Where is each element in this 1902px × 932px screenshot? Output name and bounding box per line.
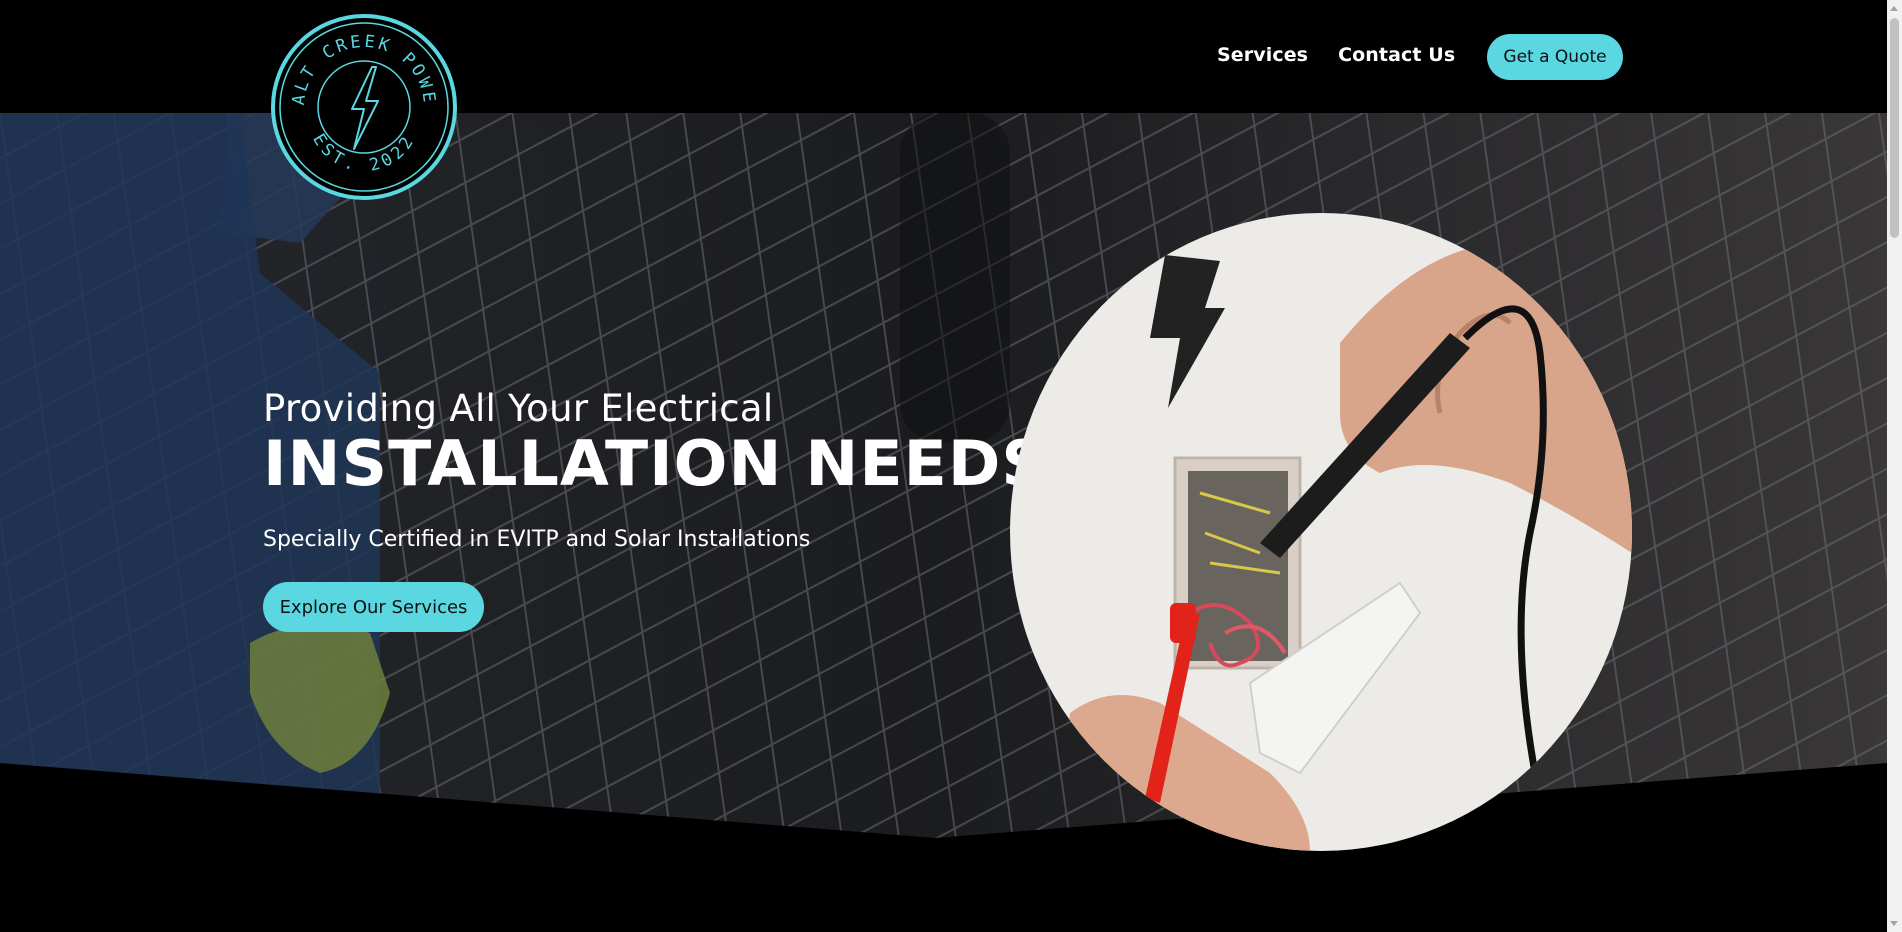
main-nav: Services Contact Us [1217, 44, 1455, 66]
hero-headline-line2: INSTALLATION NEEDS [263, 427, 1048, 500]
hero-text-block: Providing All Your Electrical INSTALLATI… [263, 387, 1047, 632]
page-scrollbar[interactable] [1887, 0, 1902, 932]
hero-headline-line1: Providing All Your Electrical [263, 387, 774, 430]
logo-badge-icon: SALT CREEK POWER EST. 2022 [261, 0, 457, 200]
scroll-thumb[interactable] [1890, 18, 1899, 238]
salt-creek-power-logo[interactable]: SALT CREEK POWER EST. 2022 [261, 0, 460, 203]
get-quote-button[interactable]: Get a Quote [1487, 34, 1623, 80]
electrician-feature-image [1010, 213, 1632, 851]
scroll-up-icon[interactable] [1890, 6, 1898, 11]
hero-subtitle: Specially Certified in EVITP and Solar I… [263, 527, 811, 552]
nav-services-link[interactable]: Services [1217, 44, 1308, 66]
scroll-down-icon[interactable] [1890, 921, 1898, 926]
explore-services-button[interactable]: Explore Our Services [263, 582, 484, 632]
nav-contact-link[interactable]: Contact Us [1338, 44, 1455, 66]
